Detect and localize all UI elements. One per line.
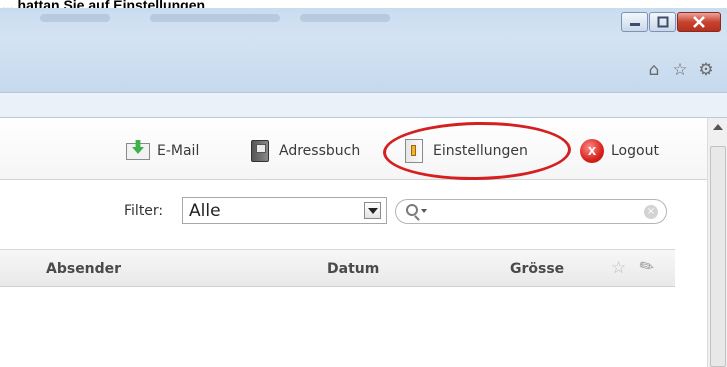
column-header-date[interactable]: Datum — [327, 261, 379, 277]
email-button[interactable]: E-Mail — [124, 137, 199, 165]
app-toolbar: E-Mail Adressbuch Einstellungen x Logout — [0, 118, 707, 180]
email-icon — [124, 138, 152, 164]
vertical-scrollbar[interactable] — [707, 118, 727, 367]
logout-button[interactable]: x Logout — [578, 137, 659, 165]
addressbook-icon — [246, 138, 274, 164]
column-header-sender[interactable]: Absender — [46, 261, 121, 277]
browser-chrome: ⌂ ☆ ⚙ — [0, 8, 727, 92]
logout-icon: x — [578, 138, 606, 164]
blurred-tab — [300, 14, 390, 22]
logout-label: Logout — [611, 143, 659, 159]
home-icon[interactable]: ⌂ — [645, 60, 663, 80]
attachment-column-icon[interactable]: ✎ — [636, 255, 658, 279]
maximize-button[interactable] — [649, 12, 676, 32]
search-icon[interactable] — [406, 204, 418, 216]
addressbook-label: Adressbuch — [279, 143, 361, 159]
window-controls — [621, 12, 721, 32]
filter-label: Filter: — [124, 203, 164, 219]
star-icon[interactable]: ☆ — [671, 60, 689, 80]
close-button[interactable] — [677, 12, 721, 32]
message-list[interactable] — [0, 287, 707, 367]
email-label: E-Mail — [157, 143, 200, 159]
close-icon — [693, 16, 705, 28]
scroll-thumb[interactable] — [710, 146, 726, 367]
search-options-icon[interactable] — [421, 209, 427, 213]
command-bar — [0, 92, 727, 118]
gear-icon[interactable]: ⚙ — [697, 60, 715, 80]
clear-search-icon[interactable]: × — [644, 205, 658, 219]
minimize-button[interactable] — [621, 12, 648, 32]
message-list-header: Absender Datum Grösse ☆ ✎ — [0, 249, 675, 287]
minimize-icon — [629, 23, 640, 26]
browser-toolbar-icons: ⌂ ☆ ⚙ — [645, 60, 715, 80]
dropdown-arrow-icon[interactable] — [364, 202, 381, 219]
blurred-tab — [150, 14, 280, 22]
column-header-size[interactable]: Grösse — [510, 261, 564, 277]
blurred-tab — [40, 14, 110, 22]
filter-selected-value: Alle — [189, 201, 221, 221]
search-input[interactable]: × — [395, 199, 667, 224]
filter-bar: Filter: Alle × — [0, 181, 707, 249]
filter-select[interactable]: Alle — [182, 197, 387, 224]
scroll-up-arrow-icon[interactable] — [713, 124, 723, 130]
maximize-icon — [657, 16, 668, 28]
addressbook-button[interactable]: Adressbuch — [246, 137, 360, 165]
flag-column-icon[interactable]: ☆ — [611, 258, 626, 278]
